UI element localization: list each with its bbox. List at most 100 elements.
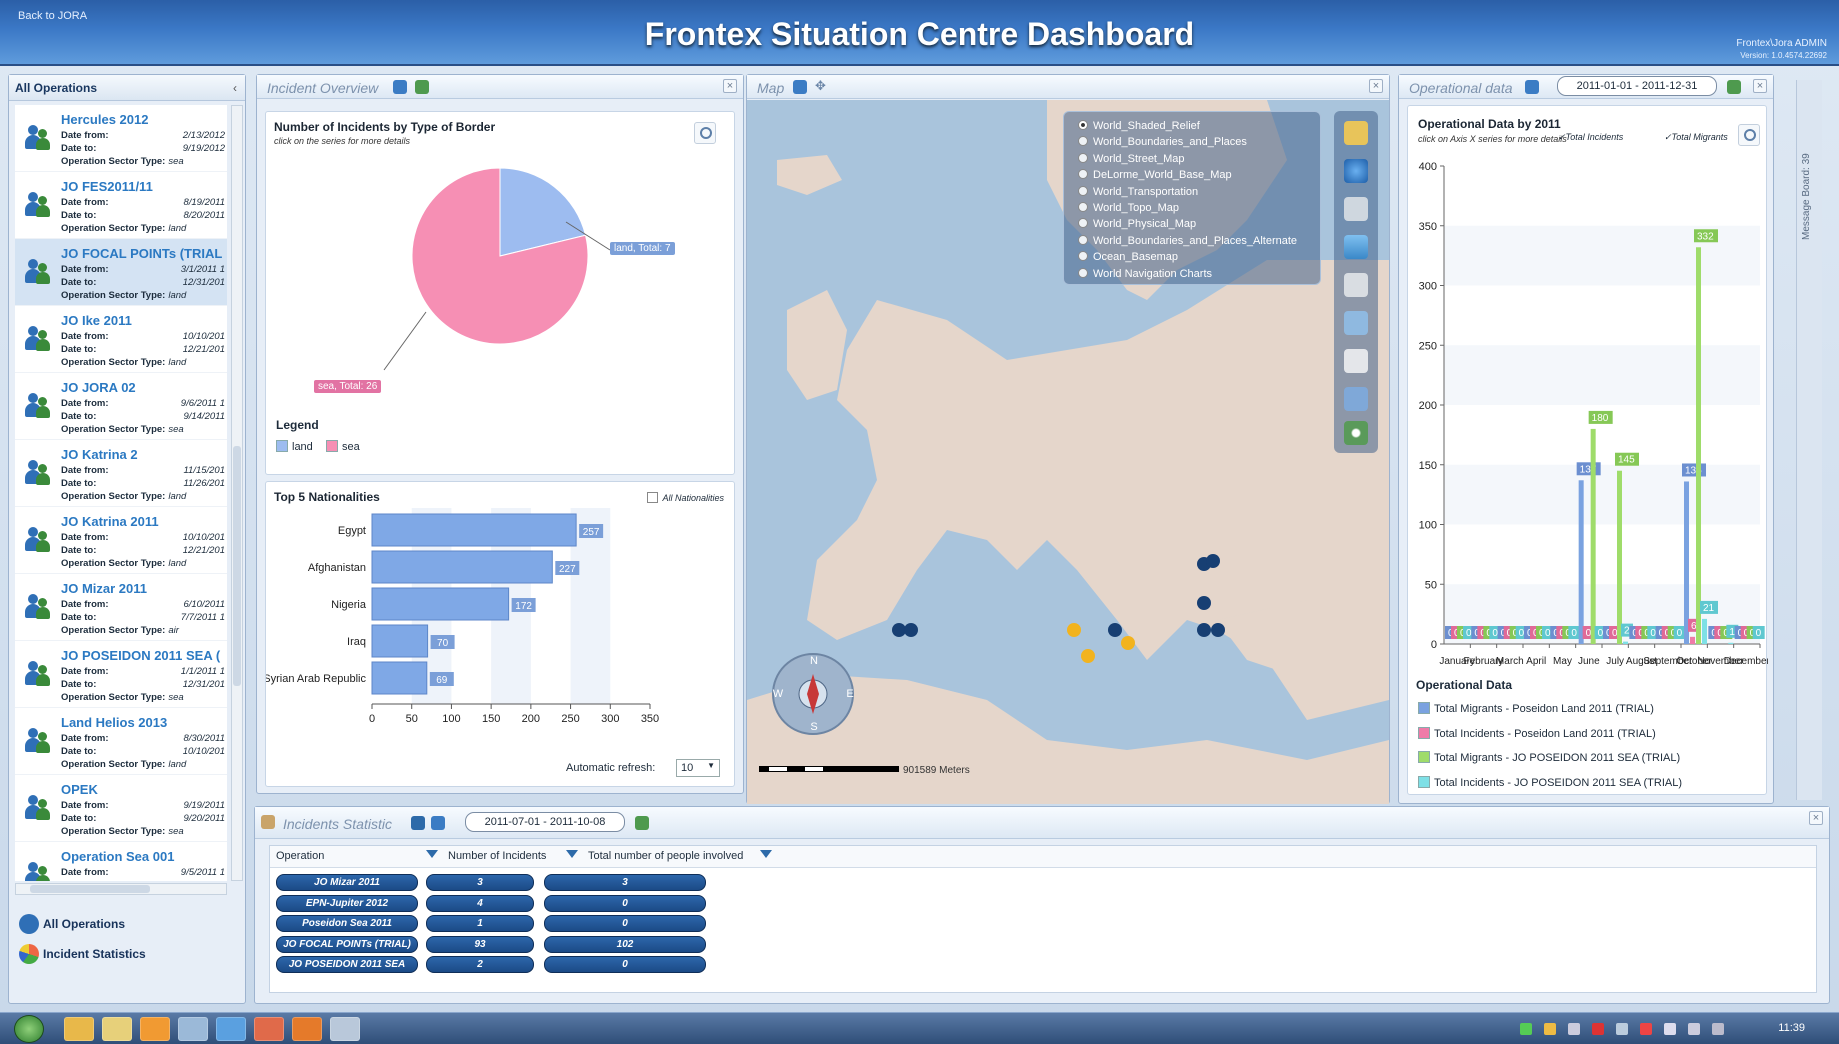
legend-item[interactable]: Total Migrants - JO POSEIDON 2011 SEA (T… bbox=[1418, 751, 1680, 764]
users-icon[interactable] bbox=[793, 80, 807, 94]
nav-all-operations[interactable]: All Operations bbox=[13, 911, 243, 937]
column-header-operation[interactable]: Operation bbox=[276, 850, 324, 862]
operation-list-item[interactable]: JO Katrina 2 Date from: 11/15/201 Date to: 1… bbox=[15, 440, 227, 507]
people-cell[interactable]: 0 bbox=[544, 894, 706, 912]
operation-cell[interactable]: Poseidon Sea 2011 bbox=[276, 915, 418, 932]
flag-icon[interactable] bbox=[1664, 1023, 1676, 1035]
calendar-icon[interactable] bbox=[1727, 80, 1741, 94]
zoom-icon[interactable] bbox=[694, 122, 716, 144]
users-icon[interactable] bbox=[393, 80, 407, 94]
taskbar-media-icon[interactable] bbox=[140, 1017, 170, 1041]
filter-icon[interactable] bbox=[426, 850, 438, 858]
people-cell[interactable]: 0 bbox=[544, 915, 706, 932]
legend-item[interactable]: Total Incidents - Poseidon Land 2011 (TR… bbox=[1418, 726, 1656, 740]
checkbox[interactable] bbox=[647, 492, 659, 503]
broom-icon[interactable] bbox=[261, 815, 275, 829]
layer-option[interactable]: World_Shaded_Relief bbox=[1078, 120, 1200, 132]
close-icon[interactable]: × bbox=[1753, 79, 1767, 93]
tray-icon[interactable] bbox=[1640, 1023, 1652, 1035]
layer-option[interactable]: World_Boundaries_and_Places_Alternate bbox=[1078, 234, 1297, 247]
export-icon[interactable] bbox=[415, 80, 429, 94]
volume-icon[interactable] bbox=[1712, 1023, 1724, 1035]
nationalities-bar-chart[interactable]: Egypt 257 Afghanistan 227 Nigeria 172 Iraq 70 Sy… bbox=[266, 508, 736, 758]
layer-option[interactable]: World_Boundaries_and_Places bbox=[1078, 136, 1247, 148]
network-icon[interactable] bbox=[1688, 1023, 1700, 1035]
taskbar-firefox-icon[interactable] bbox=[292, 1017, 322, 1041]
scrollbar-thumb[interactable] bbox=[233, 446, 241, 686]
taskbar-app-icon[interactable] bbox=[178, 1017, 208, 1041]
close-icon[interactable]: × bbox=[1809, 811, 1823, 825]
layer-option[interactable]: World_Topo_Map bbox=[1078, 202, 1179, 214]
operation-list-item[interactable]: JO Katrina 2011 Date from: 10/10/201 Date t… bbox=[15, 507, 227, 574]
operation-cell[interactable]: JO FOCAL POINTs (TRIAL) bbox=[276, 935, 418, 953]
tray-icon[interactable] bbox=[1592, 1023, 1604, 1035]
radio-button[interactable] bbox=[1078, 152, 1088, 163]
tools-icon[interactable] bbox=[1344, 197, 1368, 221]
column-header-incidents[interactable]: Number of Incidents bbox=[448, 850, 546, 862]
operation-list-item[interactable]: JO POSEIDON 2011 SEA (Date from: 1/1/2011… bbox=[15, 641, 227, 708]
close-icon[interactable]: × bbox=[723, 79, 737, 93]
legend-item-sea[interactable]: sea bbox=[326, 440, 360, 453]
taskbar-app-icon[interactable] bbox=[254, 1017, 284, 1041]
layer-option[interactable]: Ocean_Basemap bbox=[1078, 251, 1178, 263]
radio-button[interactable] bbox=[1078, 120, 1088, 130]
layer-option[interactable]: World_Transportation bbox=[1078, 185, 1198, 198]
taskbar-folder-icon[interactable] bbox=[102, 1017, 132, 1041]
operation-name[interactable]: JO POSEIDON 2011 SEA ( bbox=[61, 648, 227, 663]
operation-list-item[interactable]: Hercules 2012 Date from: 2/13/2012 Date to:… bbox=[15, 105, 227, 172]
operation-name[interactable]: JO Katrina 2 bbox=[61, 447, 227, 462]
calendar-icon[interactable] bbox=[635, 816, 649, 830]
radio-button[interactable] bbox=[1078, 234, 1088, 245]
start-button[interactable] bbox=[14, 1015, 44, 1043]
stats-date-range-field[interactable]: 2011-07-01 - 2011-10-08 bbox=[465, 812, 625, 832]
tray-icon[interactable] bbox=[1568, 1023, 1580, 1035]
incidents-cell[interactable]: 3 bbox=[426, 874, 534, 891]
print-icon[interactable] bbox=[1344, 349, 1368, 373]
operation-name[interactable]: JO Ike 2011 bbox=[61, 313, 227, 328]
incidents-cell[interactable]: 1 bbox=[426, 915, 534, 932]
nav-incident-statistics[interactable]: Incident Statistics bbox=[13, 941, 243, 967]
users-icon[interactable] bbox=[431, 816, 445, 830]
operations-list[interactable]: Hercules 2012 Date from: 2/13/2012 Date to:… bbox=[15, 105, 227, 881]
radio-button[interactable] bbox=[1078, 218, 1088, 229]
identify-icon[interactable] bbox=[1344, 387, 1368, 411]
operation-name[interactable]: Operation Sea 001 bbox=[61, 849, 227, 864]
close-icon[interactable]: × bbox=[1369, 79, 1383, 93]
operation-list-item[interactable]: JO JORA 02 Date from: 9/6/2011 1 Date to: 9/… bbox=[15, 373, 227, 440]
radio-button[interactable] bbox=[1078, 185, 1088, 196]
message-board-strip[interactable]: Message Board: 39 bbox=[1796, 80, 1822, 800]
filter-icon[interactable] bbox=[411, 816, 425, 830]
vertical-scrollbar[interactable] bbox=[231, 105, 243, 881]
people-cell[interactable]: 0 bbox=[544, 956, 706, 973]
operation-list-item[interactable]: Land Helios 2013 Date from: 8/30/2011 Date … bbox=[15, 708, 227, 775]
column-header-people[interactable]: Total number of people involved bbox=[588, 850, 743, 862]
toggle-total-incidents[interactable]: ✓Total Incidents bbox=[1558, 132, 1623, 143]
clock[interactable]: 11:39 bbox=[1778, 1022, 1805, 1034]
all-nationalities-toggle[interactable]: All Nationalities bbox=[647, 492, 724, 503]
layer-option[interactable]: World Navigation Charts bbox=[1078, 267, 1212, 280]
filter-icon[interactable] bbox=[566, 850, 578, 858]
move-icon[interactable]: ✥ bbox=[815, 79, 829, 94]
user-name[interactable]: Frontex\Jora ADMIN bbox=[1736, 38, 1827, 50]
taskbar-browser-icon[interactable] bbox=[216, 1017, 246, 1041]
operation-name[interactable]: Hercules 2012 bbox=[61, 112, 227, 127]
measure-icon[interactable] bbox=[1344, 273, 1368, 297]
operation-name[interactable]: JO FOCAL POINTs (TRIAL bbox=[61, 246, 227, 261]
globe-icon[interactable] bbox=[1344, 159, 1368, 183]
operation-list-item[interactable]: JO FES2011/11 Date from: 8/19/2011 Date to:… bbox=[15, 172, 227, 239]
pie-chart[interactable] bbox=[266, 152, 736, 412]
taskbar-app-icon[interactable] bbox=[64, 1017, 94, 1041]
operation-name[interactable]: JO Katrina 2011 bbox=[61, 514, 227, 529]
toggle-total-migrants[interactable]: ✓Total Migrants bbox=[1664, 132, 1728, 143]
radio-button[interactable] bbox=[1078, 267, 1088, 278]
operation-list-item[interactable]: Operation Sea 001Date from:9/5/2011 1Dat… bbox=[15, 842, 227, 881]
chart-icon[interactable] bbox=[1344, 311, 1368, 335]
users-icon[interactable] bbox=[1525, 80, 1539, 94]
legend-item[interactable]: Total Migrants - Poseidon Land 2011 (TRI… bbox=[1418, 702, 1654, 715]
operational-bar-chart[interactable]: Operational Data by 2011 click on Axis X … bbox=[1408, 106, 1768, 666]
settings-icon[interactable] bbox=[1344, 421, 1368, 445]
date-range-field[interactable]: 2011-01-01 - 2011-12-31 bbox=[1557, 76, 1717, 96]
incidents-cell[interactable]: 2 bbox=[426, 956, 534, 973]
operation-list-item[interactable]: OPEK Date from: 9/19/2011 Date to: 9/20/2011… bbox=[15, 775, 227, 842]
collapse-chevron-icon[interactable]: ‹ bbox=[233, 81, 237, 95]
